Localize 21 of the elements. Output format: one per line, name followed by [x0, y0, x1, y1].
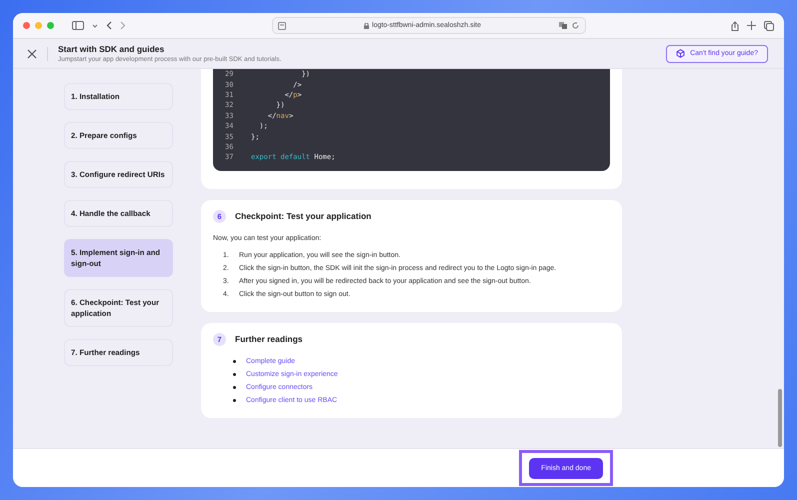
lock-icon: [364, 22, 370, 28]
bullet-icon: [233, 398, 236, 402]
cube-icon: [676, 49, 686, 58]
section-title: Further readings: [235, 334, 303, 344]
chevron-down-icon[interactable]: [92, 24, 98, 28]
bullet-icon: [233, 386, 236, 389]
back-icon[interactable]: [106, 21, 112, 30]
reload-icon[interactable]: [572, 22, 580, 29]
page-icon: [278, 22, 286, 30]
share-icon[interactable]: [731, 20, 739, 30]
page-title: Start with SDK and guides: [58, 44, 166, 54]
close-window-icon[interactable]: [23, 22, 30, 29]
scrollbar-thumb[interactable]: [778, 389, 782, 447]
plus-icon[interactable]: [747, 21, 756, 30]
bullet-icon: [233, 372, 236, 376]
bullet-icon: [233, 360, 236, 363]
sidebar-icon[interactable]: [72, 21, 84, 30]
tabs-icon[interactable]: [764, 20, 774, 30]
translate-icon[interactable]: [559, 22, 568, 29]
section-title: Checkpoint: Test your application: [235, 211, 372, 222]
close-icon[interactable]: [27, 48, 37, 58]
